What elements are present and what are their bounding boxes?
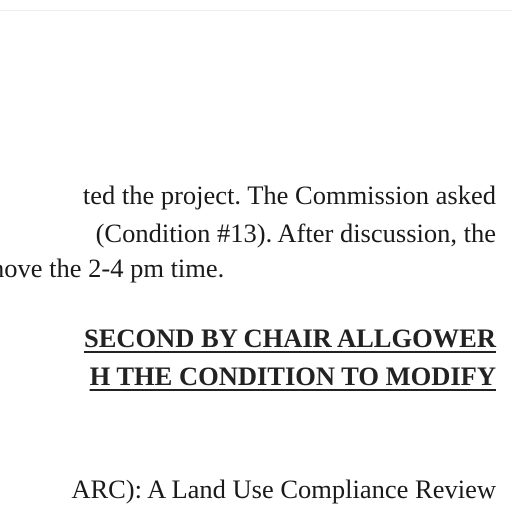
motion-line-1: SECOND BY CHAIR ALLGOWER bbox=[83, 323, 496, 353]
motion-line-2: H THE CONDITION TO MODIFY bbox=[89, 361, 496, 391]
agenda-item-line: ARC): A Land Use Compliance Review bbox=[71, 474, 496, 504]
page-edge-divider bbox=[0, 10, 512, 11]
paragraph-line-2: (Condition #13). After discussion, the bbox=[95, 218, 496, 248]
paragraph-line-3: nove the 2-4 pm time. bbox=[0, 253, 225, 283]
paragraph-line-1: ted the project. The Commission asked bbox=[82, 180, 496, 210]
